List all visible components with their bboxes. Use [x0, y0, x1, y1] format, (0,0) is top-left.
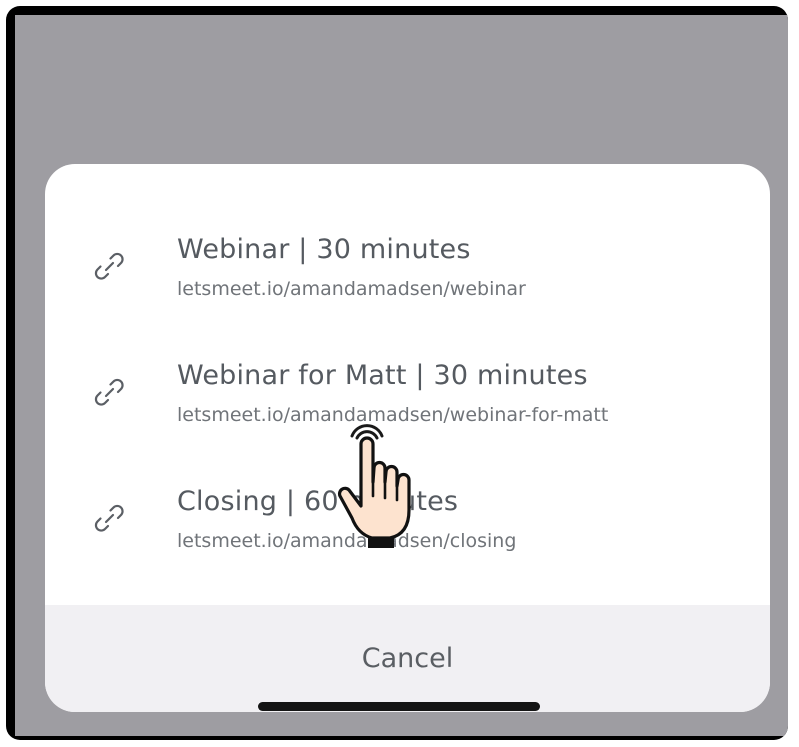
- item-title: Webinar | 30 minutes: [177, 234, 471, 265]
- list-item-webinar[interactable]: Webinar | 30 minutes letsmeet.io/amandam…: [45, 220, 770, 340]
- home-indicator[interactable]: [258, 702, 540, 711]
- link-icon: [94, 378, 124, 406]
- cancel-button[interactable]: Cancel: [45, 605, 770, 712]
- hand-pointer-icon: [337, 424, 411, 548]
- device-frame: Webinar | 30 minutes letsmeet.io/amandam…: [6, 6, 788, 740]
- item-url: letsmeet.io/amandamadsen/webinar: [177, 278, 526, 300]
- cancel-area: Cancel: [45, 605, 770, 712]
- screen-backdrop[interactable]: Webinar | 30 minutes letsmeet.io/amandam…: [15, 15, 788, 736]
- item-title: Webinar for Matt | 30 minutes: [177, 360, 588, 391]
- link-icon: [94, 252, 124, 280]
- link-icon: [94, 504, 124, 532]
